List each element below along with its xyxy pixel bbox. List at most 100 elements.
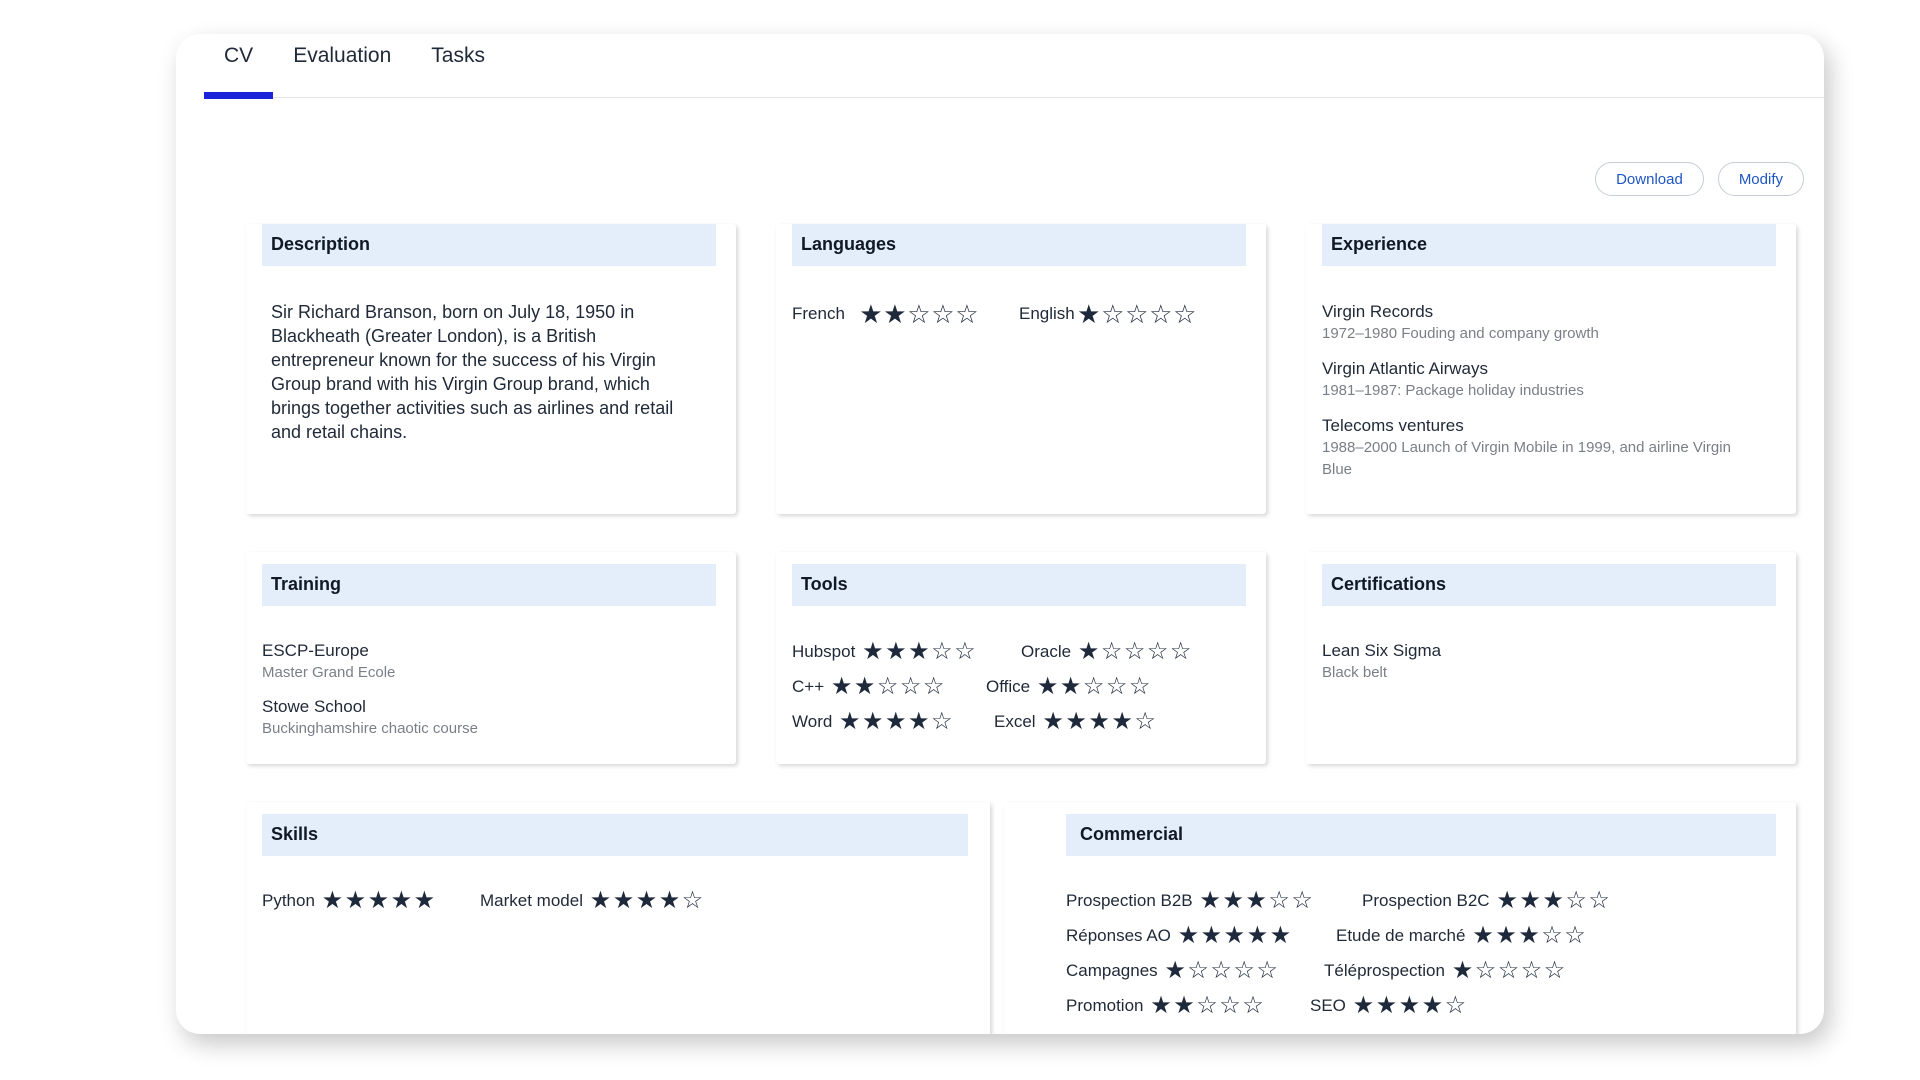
star-empty-icon: ☆ xyxy=(1219,992,1241,1019)
star-empty-icon: ☆ xyxy=(931,299,955,329)
star-rating: ★ ☆ ☆ ☆ ☆ xyxy=(1451,958,1566,984)
star-empty-icon: ☆ xyxy=(1291,887,1313,914)
star-filled-icon: ★ xyxy=(1518,922,1540,949)
star-filled-icon: ★ xyxy=(859,299,883,329)
star-empty-icon: ☆ xyxy=(1123,638,1146,665)
star-empty-icon: ☆ xyxy=(1541,922,1563,949)
star-empty-icon: ☆ xyxy=(1444,992,1467,1019)
star-filled-icon: ★ xyxy=(1421,992,1444,1019)
entry-subtitle: Black belt xyxy=(1322,664,1388,681)
rating-seo: SEO ★ ★ ★ ★ ☆ xyxy=(1310,993,1467,1019)
entry-subtitle: Buckinghamshire chaotic course xyxy=(262,720,478,737)
rating-label: Word xyxy=(792,712,833,731)
entry-subtitle: 1988–2000 Launch of Virgin Mobile in 199… xyxy=(1322,439,1731,478)
star-empty-icon: ☆ xyxy=(1101,299,1125,329)
tools-card: Tools Hubspot ★ ★ ★ ☆ ☆ Oracle ★ ☆ ☆ ☆ ☆ C++ ★ ★ ☆… xyxy=(776,552,1266,764)
languages-card: Languages French ★ ★ ☆ ☆ ☆ English ★ ☆ ☆ ☆ ☆ xyxy=(776,224,1266,514)
star-filled-icon: ★ xyxy=(1036,673,1059,700)
star-empty-icon: ☆ xyxy=(1565,887,1587,914)
star-rating: ★ ★ ★ ★ ☆ xyxy=(838,709,953,735)
star-filled-icon: ★ xyxy=(883,299,907,329)
star-empty-icon: ☆ xyxy=(1134,708,1156,735)
star-filled-icon: ★ xyxy=(1077,638,1100,665)
star-filled-icon: ★ xyxy=(1164,957,1186,984)
star-filled-icon: ★ xyxy=(1200,922,1223,949)
star-rating: ★ ★ ★ ★ ☆ xyxy=(1042,709,1157,735)
star-filled-icon: ★ xyxy=(390,887,413,914)
rating-etude-de-marche: Etude de marché ★ ★ ★ ☆ ☆ xyxy=(1336,923,1586,949)
entry-title: Telecoms ventures xyxy=(1322,416,1464,435)
star-empty-icon: ☆ xyxy=(1564,922,1586,949)
tools-header: Tools xyxy=(792,564,1246,606)
star-rating: ★ ★ ★ ★ ☆ xyxy=(1352,993,1467,1019)
star-empty-icon: ☆ xyxy=(931,638,953,665)
rating-label: SEO xyxy=(1310,996,1346,1015)
star-empty-icon: ☆ xyxy=(876,673,899,700)
star-filled-icon: ★ xyxy=(1150,992,1172,1019)
star-empty-icon: ☆ xyxy=(1173,299,1197,329)
tab-cv[interactable]: CV xyxy=(204,34,274,99)
star-empty-icon: ☆ xyxy=(1210,957,1232,984)
rating-label: Réponses AO xyxy=(1066,926,1171,945)
entry-subtitle: 1972–1980 Fouding and company growth xyxy=(1322,325,1599,342)
star-empty-icon: ☆ xyxy=(1520,957,1543,984)
skills-header: Skills xyxy=(262,814,968,856)
description-card: Description Sir Richard Branson, born on… xyxy=(246,224,736,514)
modify-button[interactable]: Modify xyxy=(1717,162,1804,196)
star-rating: ★ ★ ☆ ☆ ☆ xyxy=(1149,993,1264,1019)
experience-card: Experience Virgin Records 1972–1980 Foud… xyxy=(1306,224,1796,514)
star-filled-icon: ★ xyxy=(635,887,658,914)
tab-bar: CV Evaluation Tasks xyxy=(204,34,1824,99)
rating-label: Prospection B2B xyxy=(1066,891,1193,910)
rating-label: French xyxy=(792,304,845,323)
star-empty-icon: ☆ xyxy=(1128,673,1151,700)
star-filled-icon: ★ xyxy=(658,887,681,914)
rating-label: Promotion xyxy=(1066,996,1144,1015)
star-filled-icon: ★ xyxy=(862,638,884,665)
star-filled-icon: ★ xyxy=(413,887,436,914)
rating-prospection-b2b: Prospection B2B ★ ★ ★ ☆ ☆ xyxy=(1066,888,1314,914)
entry-title: Virgin Atlantic Airways xyxy=(1322,359,1488,378)
star-filled-icon: ★ xyxy=(1065,708,1087,735)
star-filled-icon: ★ xyxy=(1223,922,1246,949)
star-rating: ★ ★ ★ ★ ☆ xyxy=(589,888,704,914)
star-rating: ★ ★ ★ ☆ ☆ xyxy=(1496,888,1611,914)
star-filled-icon: ★ xyxy=(908,638,930,665)
rating-english: English ★ ☆ ☆ ☆ ☆ xyxy=(1019,301,1197,327)
star-rating: ★ ★ ★ ☆ ☆ xyxy=(1471,923,1586,949)
rating-label: Téléprospection xyxy=(1324,961,1445,980)
cv-window: CV Evaluation Tasks Download Modify Desc… xyxy=(176,34,1824,1034)
skills-card: Skills Python ★ ★ ★ ★ ★ Market model ★ ★ ★ ★ ☆ xyxy=(246,802,990,1034)
experience-entry: Telecoms ventures 1988–2000 Launch of Vi… xyxy=(1322,415,1732,481)
download-button[interactable]: Download xyxy=(1595,162,1704,196)
star-filled-icon: ★ xyxy=(1077,299,1101,329)
rating-label: Campagnes xyxy=(1066,961,1158,980)
training-entry: ESCP-Europe Master Grand Ecole xyxy=(262,640,682,684)
rating-label: Hubspot xyxy=(792,642,856,661)
star-rating: ★ ★ ★ ★ ★ xyxy=(321,888,436,914)
star-filled-icon: ★ xyxy=(1222,887,1244,914)
star-filled-icon: ★ xyxy=(1451,957,1474,984)
star-empty-icon: ☆ xyxy=(1100,638,1123,665)
star-empty-icon: ☆ xyxy=(1125,299,1149,329)
star-filled-icon: ★ xyxy=(908,708,930,735)
star-empty-icon: ☆ xyxy=(1497,957,1520,984)
rating-office: Office ★ ★ ☆ ☆ ☆ xyxy=(986,674,1151,700)
rating-label: Etude de marché xyxy=(1336,926,1466,945)
star-rating: ★ ☆ ☆ ☆ ☆ xyxy=(1077,639,1192,665)
star-filled-icon: ★ xyxy=(321,887,344,914)
star-rating: ★ ★ ☆ ☆ ☆ xyxy=(859,301,979,327)
tab-tasks[interactable]: Tasks xyxy=(411,34,505,98)
star-filled-icon: ★ xyxy=(367,887,390,914)
rating-campagnes: Campagnes ★ ☆ ☆ ☆ ☆ xyxy=(1066,958,1279,984)
entry-title: Virgin Records xyxy=(1322,302,1434,321)
tab-evaluation[interactable]: Evaluation xyxy=(273,34,411,98)
rating-python: Python ★ ★ ★ ★ ★ xyxy=(262,888,436,914)
star-filled-icon: ★ xyxy=(1496,887,1518,914)
action-buttons: Download Modify xyxy=(1595,162,1804,196)
star-empty-icon: ☆ xyxy=(1149,299,1173,329)
languages-header: Languages xyxy=(792,224,1246,266)
star-filled-icon: ★ xyxy=(1375,992,1398,1019)
star-empty-icon: ☆ xyxy=(955,299,979,329)
star-filled-icon: ★ xyxy=(1088,708,1110,735)
